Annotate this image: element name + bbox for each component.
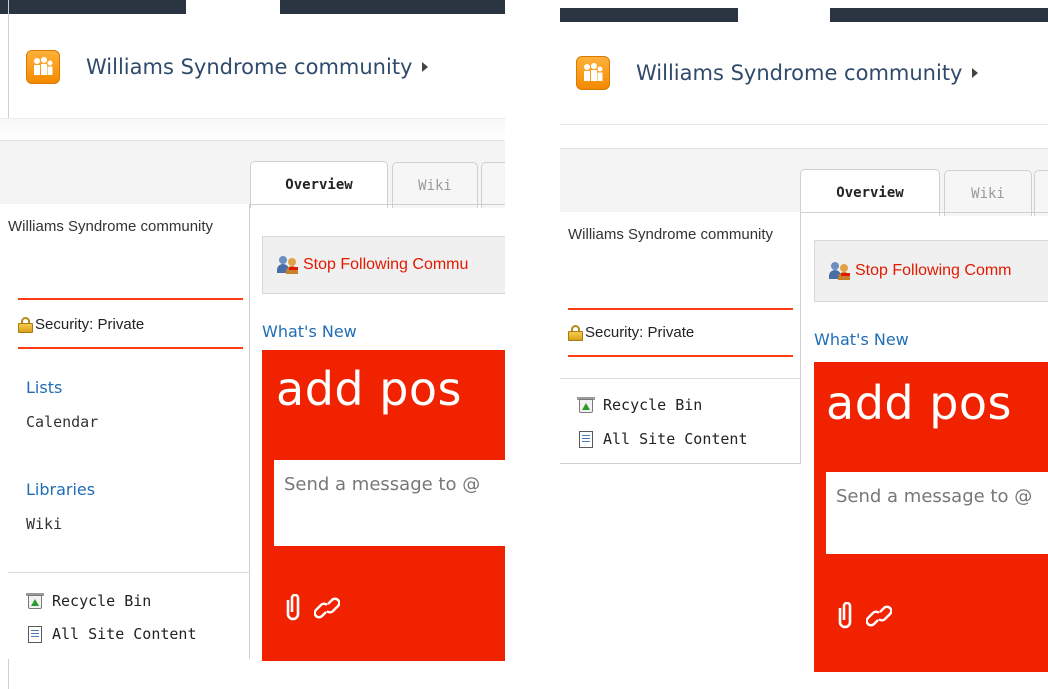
nav-separator (8, 572, 250, 573)
tab-overview-label: Overview (285, 177, 353, 193)
add-post-panel: add pos Send a message to @ (814, 362, 1048, 672)
nav-heading-libraries[interactable]: Libraries (26, 480, 95, 499)
tab-more[interactable] (481, 162, 505, 208)
link-chain-icon[interactable] (866, 602, 892, 630)
tab-strip: Overview Wiki (560, 148, 1048, 216)
site-title-link[interactable]: Williams Syndrome community (86, 55, 412, 79)
nav-heading-lists[interactable]: Lists (26, 378, 62, 397)
all-site-content-link[interactable]: All Site Content (26, 625, 197, 643)
community-name[interactable]: Williams Syndrome community (8, 214, 228, 240)
nav-item-wiki[interactable]: Wiki (26, 515, 62, 533)
all-site-content-label: All Site Content (52, 625, 197, 643)
site-header: Williams Syndrome community (576, 56, 979, 90)
top-bar-segment (560, 8, 738, 22)
tab-wiki[interactable]: Wiki (944, 170, 1032, 216)
message-input[interactable]: Send a message to @ (826, 472, 1048, 554)
security-divider-top (18, 298, 243, 300)
recycle-bin-link[interactable]: Recycle Bin (26, 592, 151, 610)
security-status: Security: Private (568, 324, 694, 341)
security-label: Security: Private (35, 316, 145, 333)
recycle-bin-label: Recycle Bin (52, 592, 152, 610)
document-icon (577, 430, 595, 448)
header-divider (560, 124, 1048, 125)
add-post-panel: add pos Send a message to @ (262, 350, 505, 661)
recycle-bin-icon (577, 396, 595, 414)
right-screenshot-panel: Williams Syndrome community Overview Wik… (560, 0, 1048, 689)
community-name[interactable]: Williams Syndrome community (568, 222, 788, 248)
security-label: Security: Private (585, 324, 695, 341)
recycle-bin-label: Recycle Bin (603, 396, 703, 414)
security-divider-bottom (568, 355, 793, 357)
tab-wiki-label: Wiki (971, 185, 1005, 202)
tab-overview[interactable]: Overview (800, 169, 940, 216)
whats-new-link[interactable]: What's New (814, 330, 909, 349)
site-header: Williams Syndrome community (26, 50, 429, 84)
stop-following-icon (829, 262, 851, 280)
community-logo-icon[interactable] (576, 56, 610, 90)
security-divider-top (568, 308, 793, 310)
community-logo-icon[interactable] (26, 50, 60, 84)
tab-more[interactable] (1034, 170, 1048, 216)
left-navigation: Williams Syndrome community Security: Pr… (560, 212, 801, 464)
recycle-bin-icon (26, 592, 44, 610)
nav-separator (560, 378, 801, 379)
security-divider-bottom (18, 347, 243, 349)
tab-overview-label: Overview (836, 185, 904, 201)
attachment-clip-icon[interactable] (282, 594, 304, 622)
top-bar-segment (830, 8, 1048, 22)
left-navigation: Williams Syndrome community Security: Pr… (0, 204, 250, 659)
message-input[interactable]: Send a message to @ (274, 460, 505, 546)
breadcrumb-caret-icon[interactable] (422, 62, 429, 72)
stop-following-icon (277, 256, 299, 274)
stop-following-button[interactable]: Stop Following Commu (262, 236, 505, 294)
tab-wiki-label: Wiki (418, 177, 452, 194)
stop-following-button[interactable]: Stop Following Comm (814, 240, 1048, 302)
tab-wiki[interactable]: Wiki (392, 162, 478, 208)
add-post-title: add pos (276, 362, 463, 416)
top-bar-segment (0, 0, 186, 14)
breadcrumb-caret-icon[interactable] (972, 68, 979, 78)
all-site-content-link[interactable]: All Site Content (577, 430, 748, 448)
top-bar-segment (280, 0, 505, 14)
header-band (0, 118, 505, 140)
left-screenshot-panel: Williams Syndrome community Overview Wik… (0, 0, 505, 689)
add-post-title: add pos (826, 376, 1013, 430)
link-chain-icon[interactable] (314, 594, 340, 622)
site-title-link[interactable]: Williams Syndrome community (636, 61, 962, 85)
stop-following-label: Stop Following Commu (303, 256, 469, 273)
whats-new-link[interactable]: What's New (262, 322, 357, 341)
stop-following-label: Stop Following Comm (855, 262, 1012, 279)
recycle-bin-link[interactable]: Recycle Bin (577, 396, 702, 414)
all-site-content-label: All Site Content (603, 430, 748, 448)
tab-overview[interactable]: Overview (250, 161, 388, 208)
lock-icon (18, 316, 33, 333)
attachment-clip-icon[interactable] (834, 602, 856, 630)
tab-strip: Overview Wiki (0, 140, 505, 208)
lock-icon (568, 324, 583, 341)
document-icon (26, 625, 44, 643)
security-status: Security: Private (18, 316, 144, 333)
nav-item-calendar[interactable]: Calendar (26, 413, 98, 431)
